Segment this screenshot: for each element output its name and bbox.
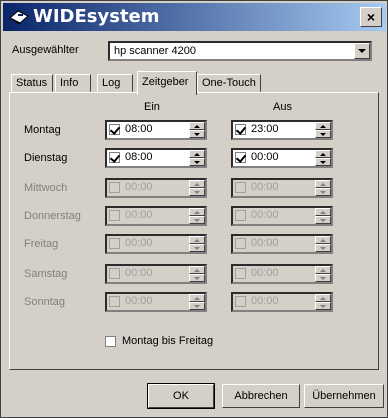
tab-one-touch[interactable]: One-Touch xyxy=(197,74,261,92)
apply-button[interactable]: Übernehmen xyxy=(304,384,384,408)
tab-zeitgeber[interactable]: Zeitgeber xyxy=(137,71,197,95)
device-select-value: hp scanner 4200 xyxy=(114,45,196,57)
tab-log[interactable]: Log xyxy=(97,74,133,92)
cancel-button-label: Abbrechen xyxy=(234,390,288,402)
apply-button-label: Übernehmen xyxy=(312,390,376,402)
title-bar[interactable]: WIDEsystem × xyxy=(3,3,386,31)
ok-button[interactable]: OK xyxy=(147,383,215,409)
zeitgeber-panel xyxy=(9,92,379,370)
cancel-button[interactable]: Abbrechen xyxy=(222,384,300,408)
tab-info[interactable]: Info xyxy=(55,74,91,92)
tab-one-touch-label: One-Touch xyxy=(202,77,256,89)
tab-log-label: Log xyxy=(102,77,121,89)
close-button[interactable]: × xyxy=(360,7,382,27)
tab-info-label: Info xyxy=(60,77,79,89)
chevron-down-icon[interactable] xyxy=(354,43,370,59)
device-select[interactable]: hp scanner 4200 xyxy=(108,41,372,61)
tab-zeitgeber-label: Zeitgeber xyxy=(142,76,189,88)
window-title: WIDEsystem xyxy=(33,6,160,27)
scanner-icon xyxy=(9,10,29,25)
ok-button-label: OK xyxy=(173,390,189,402)
tab-status-label: Status xyxy=(16,77,48,89)
close-icon: × xyxy=(366,9,376,25)
dialog-window: WIDEsystem × Ausgewählter hp scanner 420… xyxy=(0,0,388,418)
tab-status[interactable]: Status xyxy=(11,74,53,92)
device-selector-label: Ausgewählter xyxy=(12,44,79,56)
